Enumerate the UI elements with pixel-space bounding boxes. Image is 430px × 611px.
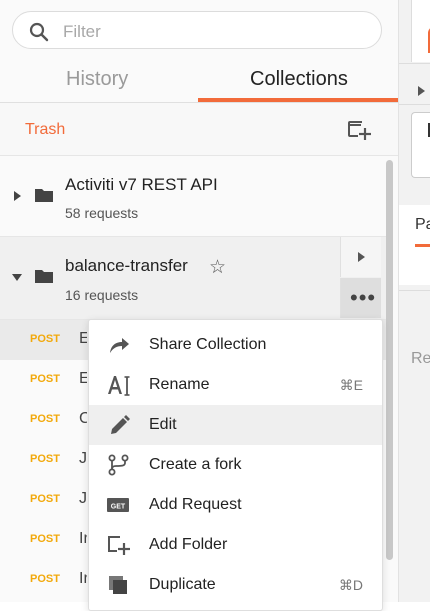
menu-item-share-collection[interactable]: Share Collection [89, 325, 382, 365]
expand-collection-button[interactable] [340, 237, 381, 277]
menu-item-label: Duplicate [149, 576, 216, 593]
caret-right-icon [358, 252, 365, 262]
fork-icon [108, 454, 129, 476]
request-name: E [79, 330, 87, 347]
collection-item[interactable]: Activiti v7 REST API 58 requests [0, 156, 386, 237]
divider [399, 63, 430, 64]
tab-history[interactable]: History [66, 68, 128, 91]
rename-text-cursor-icon [108, 376, 130, 396]
collection-item[interactable]: balance-transfer ☆ 16 requests ••• [0, 237, 386, 320]
menu-item-create-fork[interactable]: Create a fork [89, 445, 382, 485]
divider [399, 290, 430, 291]
menu-item-label: Add Request [149, 496, 242, 513]
get-badge-icon: GET [107, 498, 129, 512]
search-icon [29, 22, 49, 42]
menu-item-label: Rename [149, 376, 210, 393]
method-badge: POST [30, 533, 60, 545]
method-badge: POST [30, 333, 60, 345]
share-arrow-icon [110, 338, 129, 353]
folder-icon [35, 189, 53, 202]
request-tab[interactable] [411, 0, 430, 62]
star-icon[interactable]: ☆ [209, 256, 226, 279]
request-name: In [79, 570, 87, 587]
new-collection-icon[interactable] [347, 119, 371, 141]
menu-item-label: Add Folder [149, 536, 228, 553]
menu-item-add-request[interactable]: GET Add Request [89, 485, 382, 525]
method-badge: POST [30, 493, 60, 505]
active-tab-indicator [198, 98, 398, 102]
collection-count: 16 requests [65, 287, 139, 303]
request-name: E [79, 370, 87, 387]
shortcut-label: ⌘E [339, 377, 363, 393]
pencil-icon [111, 415, 130, 434]
duplicate-icon [109, 576, 127, 594]
method-select[interactable] [411, 112, 430, 178]
menu-item-label: Edit [149, 416, 177, 433]
active-subtab-indicator [415, 244, 430, 247]
sidebar-scrollbar[interactable] [386, 160, 394, 602]
tab-params[interactable]: Pa [415, 216, 430, 234]
request-name: C [79, 410, 87, 427]
menu-item-add-folder[interactable]: Add Folder [89, 525, 382, 565]
method-badge: POST [30, 453, 60, 465]
method-badge: POST [30, 413, 60, 425]
response-label: Re [411, 350, 430, 367]
sidebar: Filter History Collections Trash Activit… [0, 0, 399, 611]
sidebar-tabs: History Collections [0, 58, 398, 103]
add-folder-icon [108, 536, 130, 555]
collection-name: balance-transfer [65, 256, 188, 275]
caret-down-icon[interactable] [12, 274, 22, 281]
search-field[interactable]: Filter [12, 11, 382, 49]
right-pane: Pa Re [399, 0, 430, 602]
menu-item-edit[interactable]: Edit [89, 405, 382, 445]
collection-count: 58 requests [65, 205, 139, 221]
svg-text:GET: GET [111, 504, 126, 511]
trash-link[interactable]: Trash [25, 121, 65, 139]
caret-right-icon[interactable] [14, 191, 21, 201]
folder-icon [35, 270, 53, 283]
collections-toolbar: Trash [0, 103, 398, 156]
collection-more-button[interactable]: ••• [340, 278, 381, 318]
caret-right-icon[interactable] [418, 86, 425, 96]
menu-item-rename[interactable]: Rename ⌘E [89, 365, 382, 405]
menu-item-label: Share Collection [149, 336, 267, 353]
shortcut-label: ⌘D [338, 577, 363, 593]
collection-name: Activiti v7 REST API [65, 175, 218, 194]
request-name: Jo [79, 490, 87, 507]
request-name: In [79, 530, 87, 547]
more-dots-icon: ••• [350, 285, 377, 310]
divider [399, 104, 430, 105]
tab-collections[interactable]: Collections [250, 68, 348, 91]
method-badge: POST [30, 573, 60, 585]
method-badge: POST [30, 373, 60, 385]
request-name: Jo [79, 450, 87, 467]
collection-context-menu: Share Collection Rename ⌘E Edit Create a… [88, 319, 383, 611]
search-input[interactable]: Filter [63, 22, 101, 42]
menu-item-label: Create a fork [149, 456, 242, 473]
scrollbar-thumb[interactable] [386, 160, 393, 560]
menu-item-duplicate[interactable]: Duplicate ⌘D [89, 565, 382, 605]
